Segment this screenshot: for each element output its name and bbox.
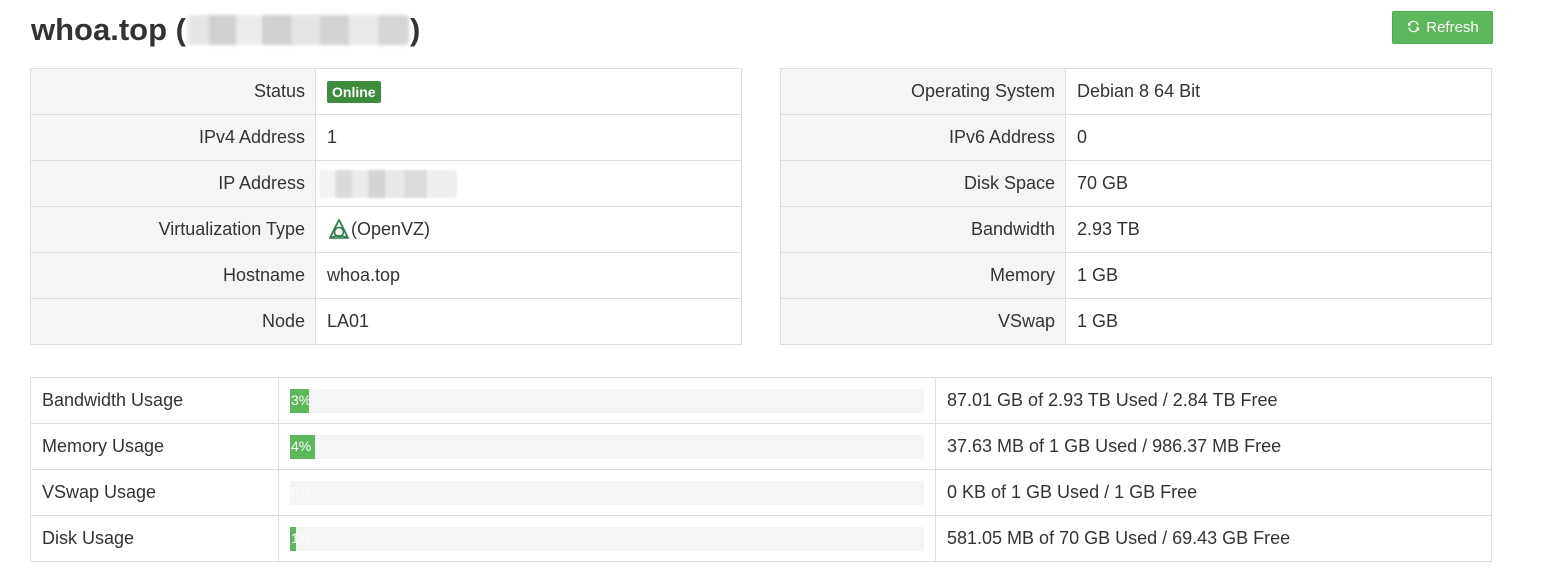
table-row: IPv6 Address 0 bbox=[780, 114, 1492, 161]
table-row: VSwap 1 GB bbox=[780, 298, 1492, 345]
bandwidth-value: 2.93 TB bbox=[1065, 206, 1492, 253]
server-title: whoa.top bbox=[31, 12, 168, 47]
table-row: Bandwidth 2.93 TB bbox=[780, 206, 1492, 253]
table-row: Virtualization Type (OpenVZ) bbox=[30, 206, 742, 253]
table-row: Disk Space 70 GB bbox=[780, 160, 1492, 207]
memory-usage-detail: 37.63 MB of 1 GB Used / 986.37 MB Free bbox=[935, 423, 1492, 470]
disk-usage-detail: 581.05 MB of 70 GB Used / 69.43 GB Free bbox=[935, 515, 1492, 562]
ip-address-label: IP Address bbox=[30, 160, 316, 207]
memory-usage-label: Memory Usage bbox=[30, 423, 279, 470]
openvz-icon bbox=[327, 217, 351, 242]
vswap-usage-label: VSwap Usage bbox=[30, 469, 279, 516]
table-row: VSwap Usage 0% 0 KB of 1 GB Used / 1 GB … bbox=[30, 469, 1492, 516]
refresh-icon bbox=[1406, 19, 1421, 37]
virtualization-value: (OpenVZ) bbox=[351, 218, 431, 239]
progress-percent: 0% bbox=[291, 483, 312, 500]
table-row: Operating System Debian 8 64 Bit bbox=[780, 68, 1492, 115]
progress-percent: 1% bbox=[291, 529, 312, 546]
status-badge: Online bbox=[327, 80, 381, 103]
virtualization-label: Virtualization Type bbox=[30, 206, 316, 253]
vswap-label: VSwap bbox=[780, 298, 1066, 345]
progress-percent: 4% bbox=[291, 437, 312, 454]
refresh-label: Refresh bbox=[1426, 19, 1479, 36]
title-open-paren: ( bbox=[175, 12, 186, 47]
ipv4-label: IPv4 Address bbox=[30, 114, 316, 161]
redacted-ip bbox=[187, 15, 409, 45]
ipv6-label: IPv6 Address bbox=[780, 114, 1066, 161]
bandwidth-usage-label: Bandwidth Usage bbox=[30, 377, 279, 424]
table-row: Status Online bbox=[30, 68, 742, 115]
table-row: IP Address bbox=[30, 160, 742, 207]
server-info-table-left: Status Online IPv4 Address 1 IP Address … bbox=[30, 68, 742, 345]
table-row: Memory Usage 4% 37.63 MB of 1 GB Used / … bbox=[30, 423, 1492, 470]
table-row: Node LA01 bbox=[30, 298, 742, 345]
table-row: Hostname whoa.top bbox=[30, 252, 742, 299]
table-row: Memory 1 GB bbox=[780, 252, 1492, 299]
node-label: Node bbox=[30, 298, 316, 345]
memory-value: 1 GB bbox=[1065, 252, 1492, 299]
memory-label: Memory bbox=[780, 252, 1066, 299]
table-row: Bandwidth Usage 3% 87.01 GB of 2.93 TB U… bbox=[30, 377, 1492, 424]
disk-space-value: 70 GB bbox=[1065, 160, 1492, 207]
disk-usage-label: Disk Usage bbox=[30, 515, 279, 562]
table-row: IPv4 Address 1 bbox=[30, 114, 742, 161]
bandwidth-progress-bar: 3% bbox=[290, 388, 924, 413]
vswap-progress-bar: 0% bbox=[290, 480, 924, 505]
title-close-paren: ) bbox=[410, 12, 421, 47]
disk-progress-bar: 1% bbox=[290, 526, 924, 551]
table-row: Disk Usage 1% 581.05 MB of 70 GB Used / … bbox=[30, 515, 1492, 562]
bandwidth-usage-detail: 87.01 GB of 2.93 TB Used / 2.84 TB Free bbox=[935, 377, 1492, 424]
refresh-button[interactable]: Refresh bbox=[1392, 11, 1493, 44]
hostname-label: Hostname bbox=[30, 252, 316, 299]
vswap-value: 1 GB bbox=[1065, 298, 1492, 345]
os-label: Operating System bbox=[780, 68, 1066, 115]
hostname-value: whoa.top bbox=[315, 252, 742, 299]
node-value: LA01 bbox=[315, 298, 742, 345]
server-info-table-right: Operating System Debian 8 64 Bit IPv6 Ad… bbox=[780, 68, 1492, 345]
ipv4-value: 1 bbox=[315, 114, 742, 161]
redacted-ip-address bbox=[319, 169, 457, 198]
vswap-usage-detail: 0 KB of 1 GB Used / 1 GB Free bbox=[935, 469, 1492, 516]
progress-percent: 3% bbox=[291, 391, 312, 408]
os-value: Debian 8 64 Bit bbox=[1065, 68, 1492, 115]
page-title: whoa.top () bbox=[31, 12, 420, 48]
ipv6-value: 0 bbox=[1065, 114, 1492, 161]
usage-table: Bandwidth Usage 3% 87.01 GB of 2.93 TB U… bbox=[30, 377, 1492, 562]
status-label: Status bbox=[30, 68, 316, 115]
memory-progress-bar: 4% bbox=[290, 434, 924, 459]
bandwidth-label: Bandwidth bbox=[780, 206, 1066, 253]
disk-space-label: Disk Space bbox=[780, 160, 1066, 207]
